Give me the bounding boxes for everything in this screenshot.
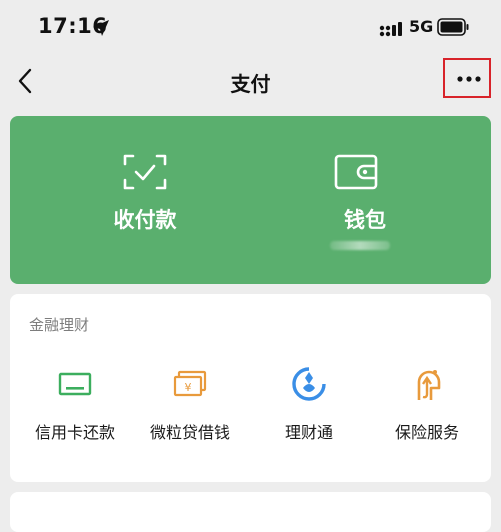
licaitong-icon: [292, 367, 326, 401]
yuan-bill-icon: ¥: [173, 370, 207, 397]
section-title: 金融理财: [29, 316, 90, 334]
credit-card-icon: [58, 372, 92, 396]
wallet-card: 收付款 钱包: [10, 116, 491, 284]
svg-text:¥: ¥: [185, 381, 192, 394]
scan-frame-check-icon: [123, 154, 167, 190]
collect-pay-button[interactable]: 收付款: [10, 116, 250, 284]
service-label: 理财通: [284, 423, 333, 442]
network-type: 5G: [409, 17, 434, 36]
licaitong-button[interactable]: 理财通: [254, 354, 364, 454]
signal-bars-icon: [379, 22, 402, 37]
service-label: 保险服务: [394, 423, 459, 442]
page-title: 支付: [230, 72, 271, 96]
navigation-bar: 支付: [0, 58, 501, 104]
wallet-icon: [334, 154, 378, 190]
wallet-button[interactable]: 钱包: [250, 116, 490, 284]
status-bar: 17:16 5G: [0, 0, 501, 58]
next-section-card: [10, 492, 491, 532]
finance-section: 金融理财 信用卡还款 ¥ 微粒贷借钱 理财通 保险服务: [10, 294, 491, 482]
battery-icon: [437, 18, 469, 36]
insurance-service-button[interactable]: 保险服务: [372, 354, 482, 454]
collect-pay-label: 收付款: [113, 208, 177, 232]
weilidai-loan-button[interactable]: ¥ 微粒贷借钱: [135, 354, 245, 454]
blurred-balance: [330, 241, 390, 250]
wallet-label: 钱包: [344, 208, 386, 232]
credit-card-repay-button[interactable]: 信用卡还款: [20, 354, 130, 454]
insurance-umbrella-icon: [417, 370, 441, 400]
service-label: 微粒贷借钱: [149, 423, 230, 442]
ellipsis-icon: [457, 76, 481, 82]
more-button[interactable]: [443, 58, 491, 98]
location-arrow-icon: [93, 20, 109, 36]
service-label: 信用卡还款: [34, 423, 115, 442]
